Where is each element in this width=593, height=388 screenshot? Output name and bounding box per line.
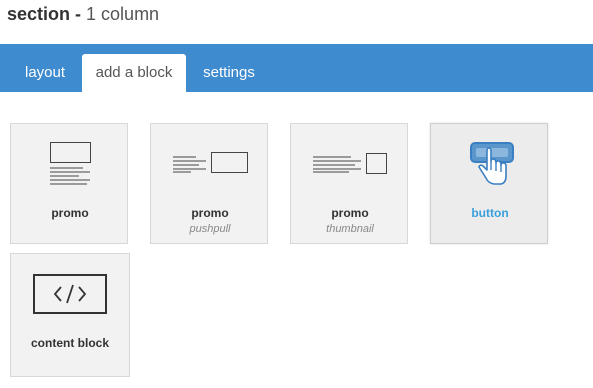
promo-thumbnail-icon [313,153,387,174]
block-content-block[interactable]: content block [10,253,130,377]
code-icon [33,274,107,314]
block-title: button [471,206,509,220]
block-subtitle: thumbnail [326,223,374,235]
promo-icon [50,142,91,185]
tab-add-a-block[interactable]: add a block [82,54,186,92]
promo-pushpull-icon [173,152,248,173]
block-promo-pushpull[interactable]: promo pushpull [150,123,268,244]
block-title: promo [51,206,89,220]
section-label: section - [7,4,82,24]
section-layout-label: 1 column [86,4,160,24]
button-click-icon [470,142,514,185]
block-title: promo [331,206,369,220]
block-promo-thumbnail[interactable]: promo thumbnail [290,123,408,244]
block-subtitle: pushpull [189,223,231,235]
block-button[interactable]: button [430,123,548,244]
tab-bar: layout add a block settings [0,44,593,92]
tab-layout[interactable]: layout [10,54,80,92]
block-title: content block [30,336,109,350]
tab-settings[interactable]: settings [190,54,268,92]
page-title: section - 1 column [7,4,159,28]
block-promo[interactable]: promo [10,123,128,244]
block-title: promo [191,206,229,220]
